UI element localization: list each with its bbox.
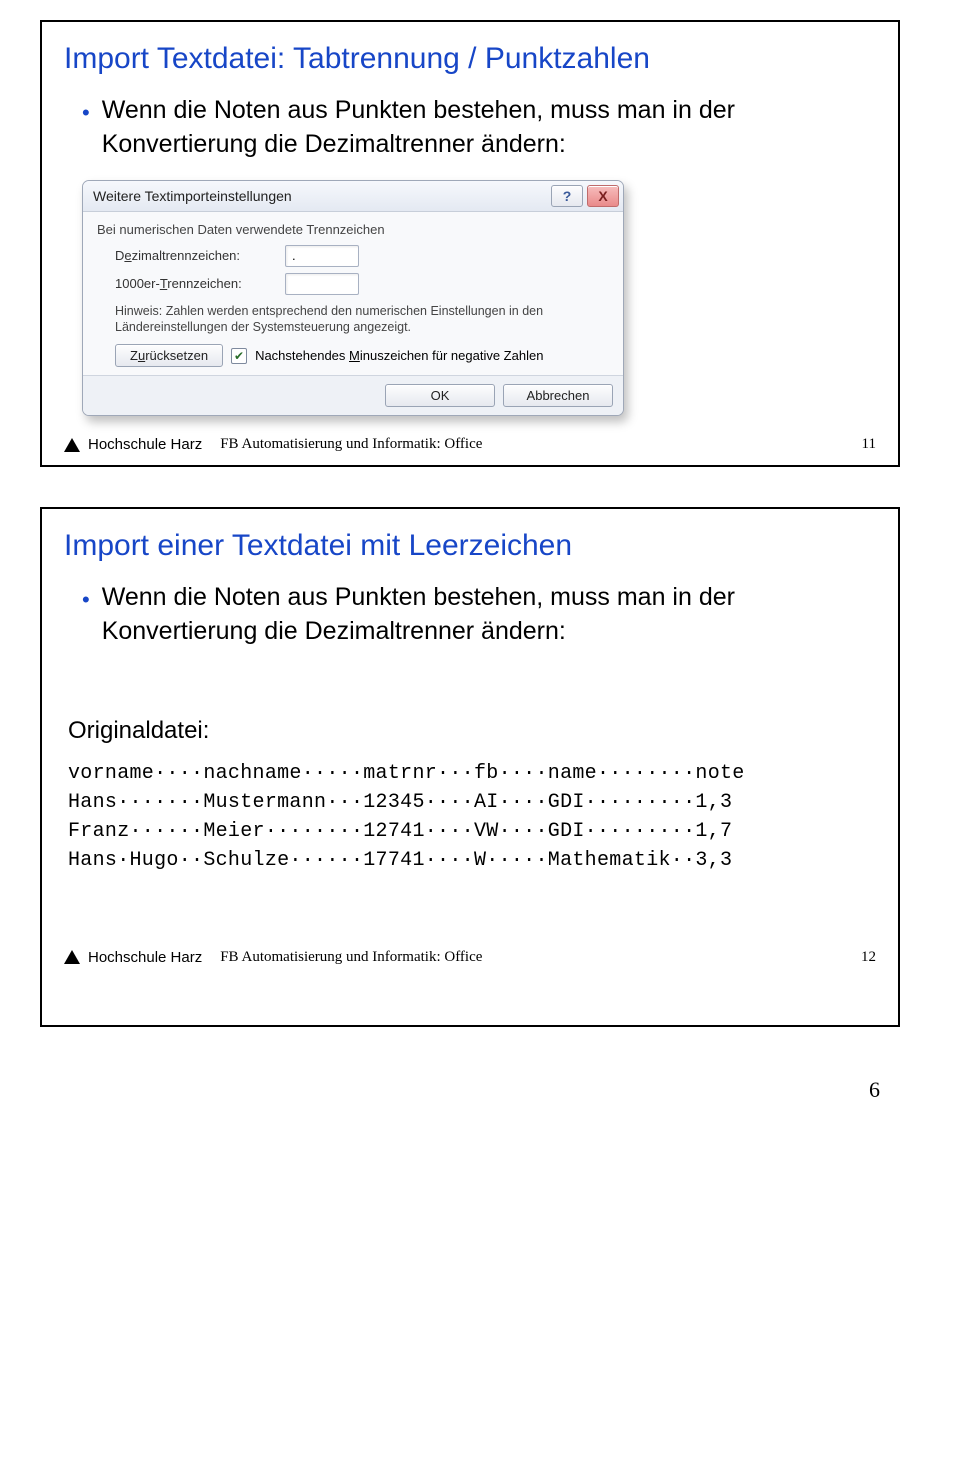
slide-title: Import einer Textdatei mit Leerzeichen [64, 529, 876, 563]
reset-button[interactable]: Zurücksetzen [115, 344, 223, 367]
thousands-input[interactable] [285, 273, 359, 295]
slide-title: Import Textdatei: Tabtrennung / Punktzah… [64, 42, 876, 76]
footer-left: Hochschule Harz FB Automatisierung und I… [64, 436, 482, 453]
subheading: Originaldatei: [68, 717, 876, 745]
bullet-dot-icon: • [82, 585, 90, 615]
document-page-number: 6 [40, 1077, 880, 1103]
minus-checkbox[interactable] [231, 348, 247, 364]
bullet-item: • Wenn die Noten aus Punkten bestehen, m… [82, 94, 876, 162]
dialog-button-bar: OK Abbrechen [83, 375, 623, 415]
code-block: vorname····nachname·····matrnr···fb····n… [68, 759, 876, 875]
group-label: Bei numerischen Daten verwendete Trennze… [97, 222, 609, 237]
minus-checkbox-label: Nachstehendes Minuszeichen für negative … [255, 348, 543, 363]
slide-1: Import Textdatei: Tabtrennung / Punktzah… [40, 20, 900, 467]
dialog-hint: Hinweis: Zahlen werden entsprechend den … [115, 303, 585, 337]
dialog-window: Weitere Textimporteinstellungen ? X Bei … [82, 180, 624, 417]
slide-footer: Hochschule Harz FB Automatisierung und I… [64, 436, 876, 453]
footer-mid: FB Automatisierung und Informatik: Offic… [220, 436, 482, 453]
footer-brand: Hochschule Harz [88, 436, 202, 453]
bullet-text: Wenn die Noten aus Punkten bestehen, mus… [102, 94, 876, 162]
bullet-text: Wenn die Noten aus Punkten bestehen, mus… [102, 581, 876, 649]
reset-row: Zurücksetzen Nachstehendes Minuszeichen … [115, 344, 609, 367]
slide-footer: Hochschule Harz FB Automatisierung und I… [64, 949, 876, 966]
decimal-row: Dezimaltrennzeichen: [115, 245, 609, 267]
triangle-logo-icon [64, 950, 80, 964]
thousands-label: 1000er-Trennzeichen: [115, 276, 285, 291]
ok-button[interactable]: OK [385, 384, 495, 407]
decimal-label: Dezimaltrennzeichen: [115, 248, 285, 263]
window-buttons: ? X [551, 185, 619, 207]
thousands-row: 1000er-Trennzeichen: [115, 273, 609, 295]
close-button[interactable]: X [587, 185, 619, 207]
dialog-screenshot: Weitere Textimporteinstellungen ? X Bei … [82, 180, 876, 417]
cancel-button[interactable]: Abbrechen [503, 384, 613, 407]
dialog-title: Weitere Textimporteinstellungen [93, 188, 292, 204]
bullet-dot-icon: • [82, 98, 90, 128]
decimal-input[interactable] [285, 245, 359, 267]
help-button[interactable]: ? [551, 185, 583, 207]
footer-left: Hochschule Harz FB Automatisierung und I… [64, 949, 482, 966]
footer-brand: Hochschule Harz [88, 949, 202, 966]
footer-page: 11 [862, 436, 876, 453]
footer-mid: FB Automatisierung und Informatik: Offic… [220, 949, 482, 966]
dialog-titlebar: Weitere Textimporteinstellungen ? X [83, 181, 623, 212]
footer-page: 12 [861, 949, 876, 966]
triangle-logo-icon [64, 438, 80, 452]
bullet-item: • Wenn die Noten aus Punkten bestehen, m… [82, 581, 876, 649]
slide-2: Import einer Textdatei mit Leerzeichen •… [40, 507, 900, 1027]
dialog-body: Bei numerischen Daten verwendete Trennze… [83, 212, 623, 376]
